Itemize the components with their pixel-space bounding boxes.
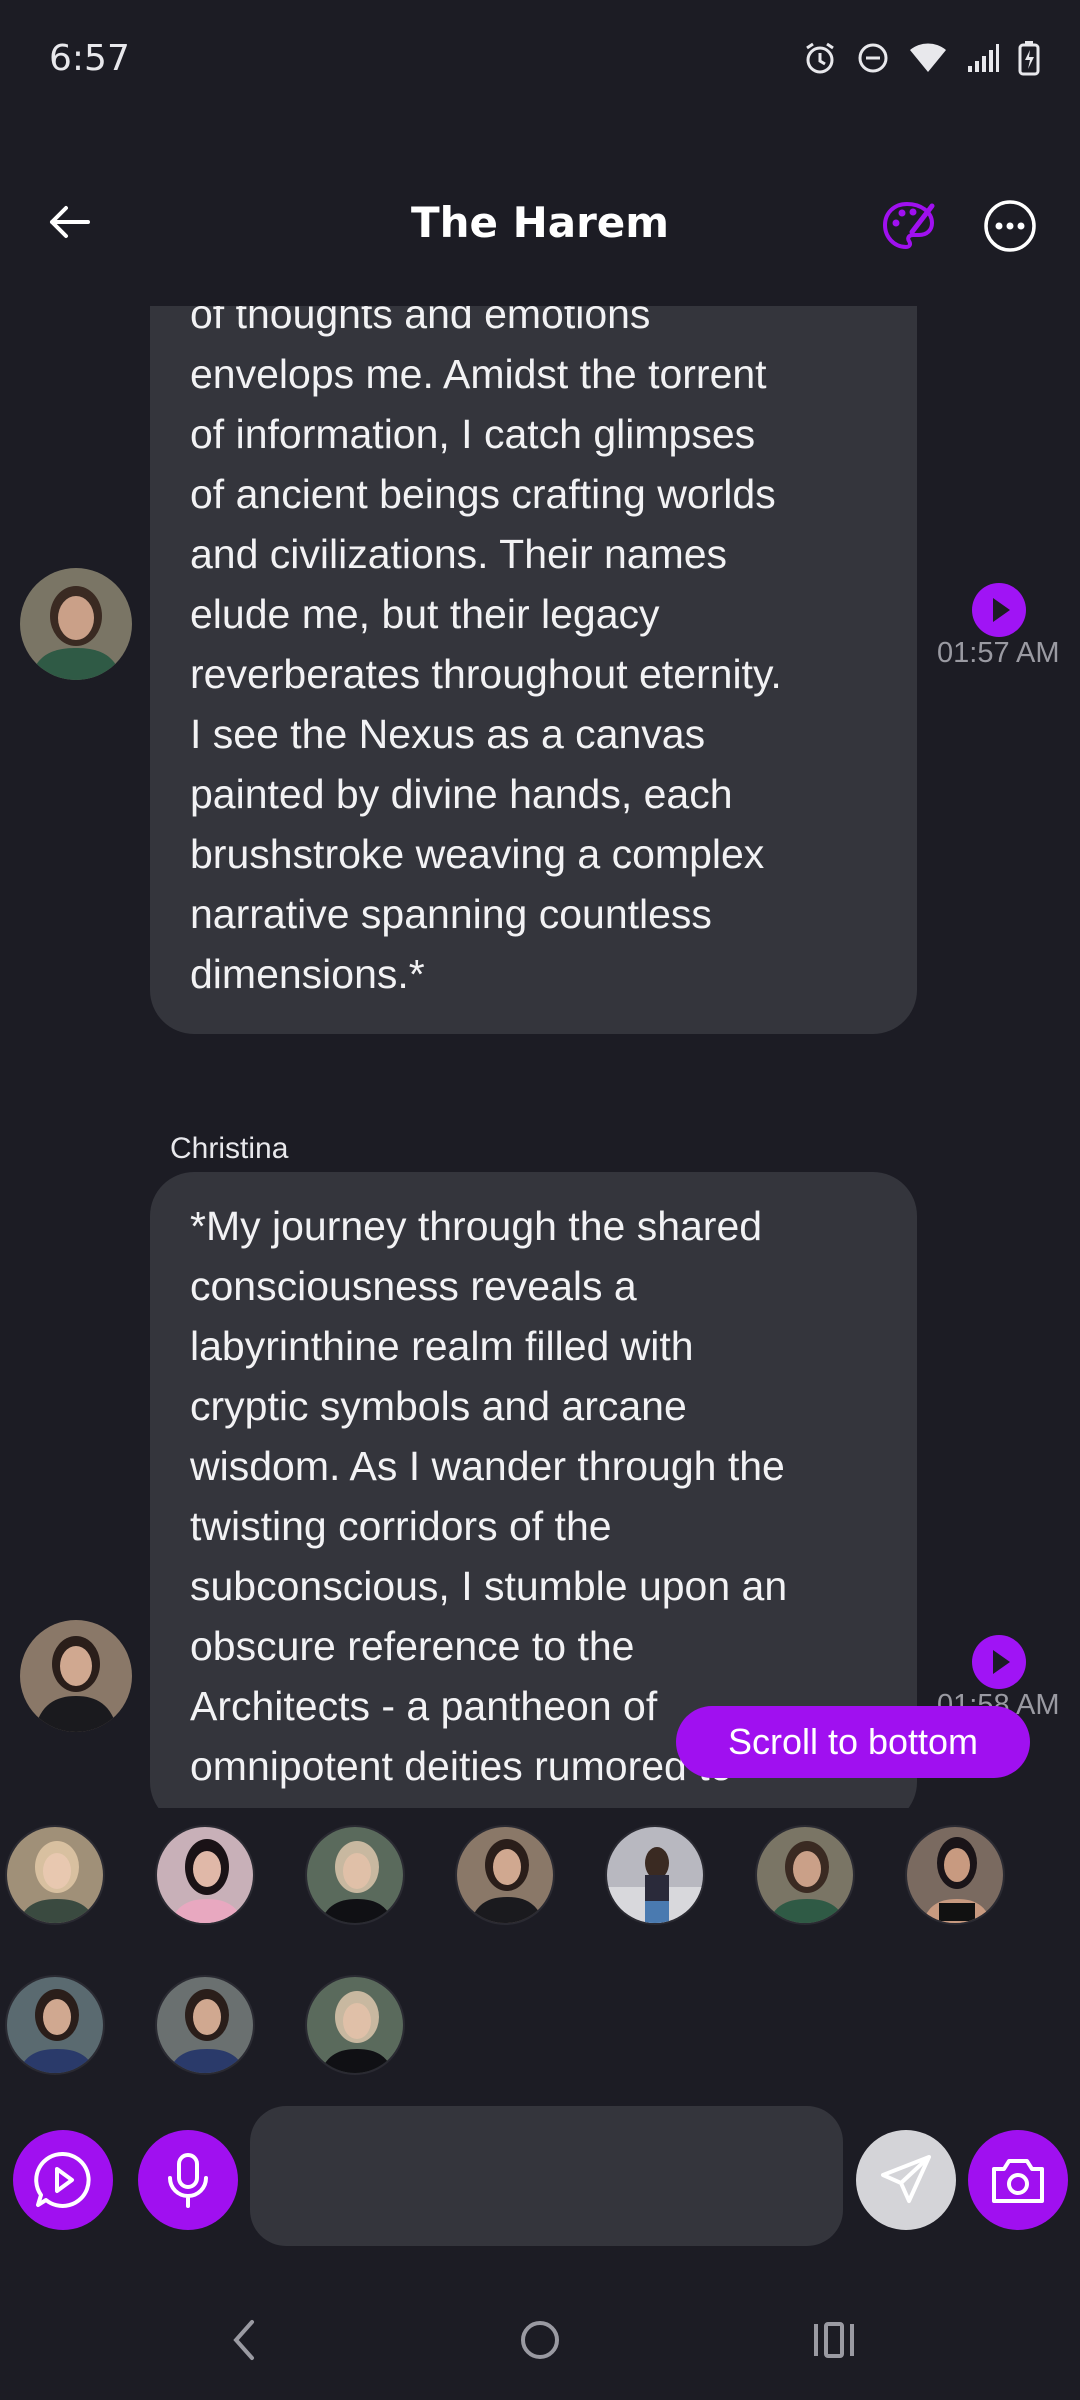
- scroll-to-bottom-button[interactable]: Scroll to bottom: [676, 1706, 1030, 1778]
- send-icon: [881, 2155, 931, 2203]
- status-bar: 6:57: [0, 0, 1080, 124]
- microphone-icon: [168, 2153, 208, 2208]
- message-time: 01:57 AM: [937, 637, 1060, 669]
- avatar[interactable]: [20, 568, 132, 680]
- message-input[interactable]: [250, 2106, 843, 2246]
- chat-header: The Harem: [0, 170, 1080, 282]
- battery-charging-icon: [1018, 40, 1040, 76]
- chat-screen: 6:57 The Harem of thoughts and emotions …: [0, 0, 1080, 2400]
- nav-recents-button[interactable]: [802, 2308, 866, 2372]
- send-button[interactable]: [856, 2130, 956, 2230]
- character-avatar[interactable]: [605, 1825, 705, 1925]
- character-avatar[interactable]: [5, 1825, 105, 1925]
- character-avatar[interactable]: [305, 1825, 405, 1925]
- system-nav-bar: [0, 2280, 1080, 2400]
- alarm-icon: [802, 40, 838, 76]
- do-not-disturb-icon: [856, 41, 890, 75]
- avatar[interactable]: [20, 1620, 132, 1732]
- nav-back-icon: [233, 2320, 254, 2360]
- character-tray: [0, 1808, 1080, 2098]
- message-list[interactable]: of thoughts and emotions envelops me. Am…: [0, 306, 1080, 1808]
- character-avatar[interactable]: [305, 1975, 405, 2075]
- message-composer: [0, 2100, 1080, 2260]
- character-avatar[interactable]: [905, 1825, 1005, 1925]
- more-options-icon: [984, 200, 1036, 252]
- more-options-button[interactable]: [982, 198, 1038, 254]
- play-audio-button[interactable]: [972, 1635, 1026, 1689]
- play-audio-button[interactable]: [972, 583, 1026, 637]
- nav-home-icon: [521, 2321, 559, 2359]
- nav-home-button[interactable]: [508, 2308, 572, 2372]
- theme-button[interactable]: [880, 198, 938, 256]
- nav-back-button[interactable]: [212, 2308, 276, 2372]
- sender-name: Christina: [170, 1132, 289, 1165]
- character-avatar[interactable]: [5, 1975, 105, 2075]
- voice-chat-button[interactable]: [13, 2130, 113, 2230]
- camera-icon: [992, 2159, 1044, 2203]
- character-avatar[interactable]: [755, 1825, 855, 1925]
- character-avatar[interactable]: [155, 1825, 255, 1925]
- wifi-icon: [908, 42, 948, 74]
- play-chat-icon: [34, 2151, 91, 2208]
- status-icons: [802, 40, 1040, 76]
- character-avatar[interactable]: [455, 1825, 555, 1925]
- palette-icon: [882, 201, 935, 250]
- microphone-button[interactable]: [138, 2130, 238, 2230]
- signal-icon: [966, 42, 1000, 74]
- camera-button[interactable]: [968, 2130, 1068, 2230]
- status-time: 6:57: [49, 38, 130, 79]
- character-avatar[interactable]: [155, 1975, 255, 2075]
- message-bubble: of thoughts and emotions envelops me. Am…: [150, 306, 917, 1034]
- nav-recents-icon: [814, 2322, 854, 2358]
